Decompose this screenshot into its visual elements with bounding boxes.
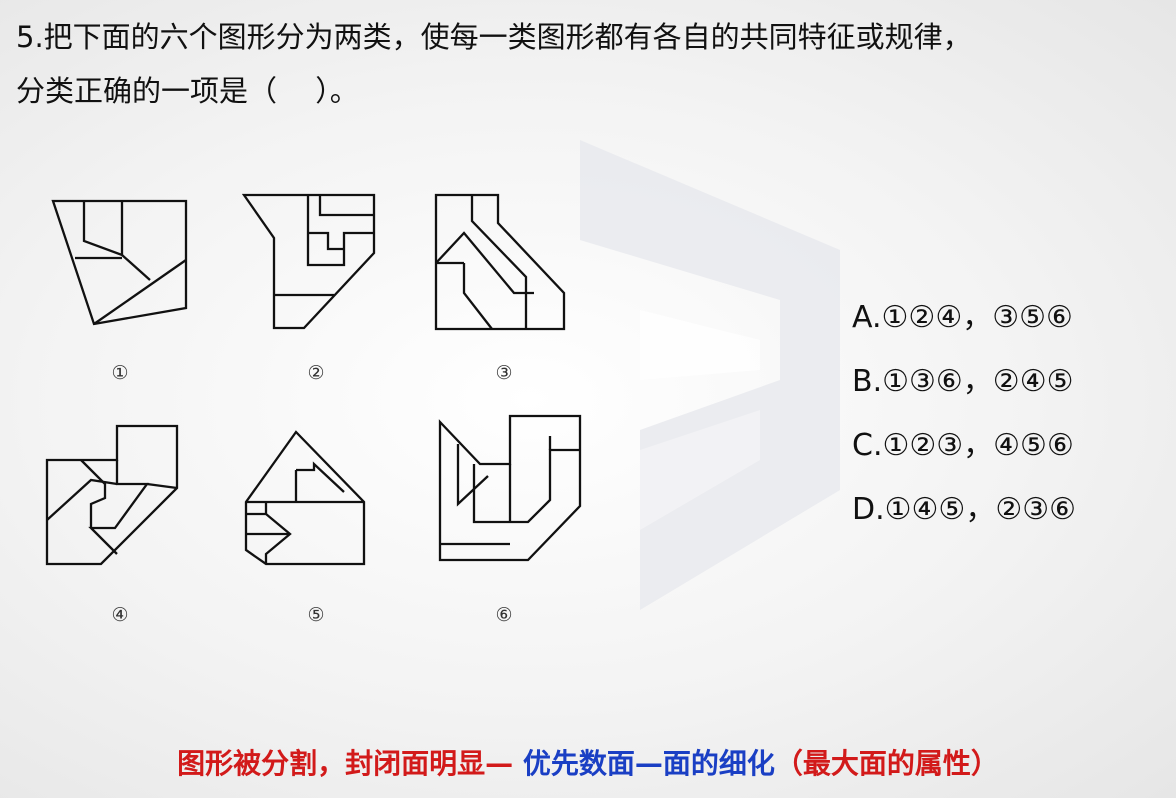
figure-3 xyxy=(434,193,566,333)
figure-1 xyxy=(50,198,192,328)
figure-5 xyxy=(244,430,368,568)
watermark-logo xyxy=(580,140,840,610)
tip-part-3: （最大面的属性） xyxy=(774,747,999,780)
figure-1-label: ① xyxy=(111,362,129,384)
question-text: 5.把下面的六个图形分为两类，使每一类图形都有各自的共同特征或规律， 分类正确的… xyxy=(16,10,1166,118)
figure-4-label: ④ xyxy=(111,604,129,626)
option-a[interactable]: A.①②④，③⑤⑥ xyxy=(852,286,1076,350)
figure-5-label: ⑤ xyxy=(307,604,325,626)
option-d[interactable]: D.①④⑤，②③⑥ xyxy=(852,478,1076,542)
tip-part-1: 图形被分割，封闭面明显— xyxy=(177,747,514,780)
question-line-2: 分类正确的一项是（ ）。 xyxy=(16,74,359,108)
question-line-1: 5.把下面的六个图形分为两类，使每一类图形都有各自的共同特征或规律， xyxy=(16,20,972,54)
tip-banner: 图形被分割，封闭面明显— 优先数面—面的细化（最大面的属性） xyxy=(0,742,1176,782)
option-c[interactable]: C.①②③，④⑤⑥ xyxy=(852,414,1076,478)
figure-3-label: ③ xyxy=(495,362,513,384)
tip-part-2: 优先数面—面的细化 xyxy=(513,747,775,780)
figure-2 xyxy=(242,193,378,333)
figure-2-label: ② xyxy=(307,362,325,384)
figure-4 xyxy=(45,424,181,568)
figure-6 xyxy=(438,414,584,564)
answer-options: A.①②④，③⑤⑥ B.①③⑥，②④⑤ C.①②③，④⑤⑥ D.①④⑤，②③⑥ xyxy=(852,286,1076,542)
figure-6-label: ⑥ xyxy=(495,604,513,626)
option-b[interactable]: B.①③⑥，②④⑤ xyxy=(852,350,1076,414)
